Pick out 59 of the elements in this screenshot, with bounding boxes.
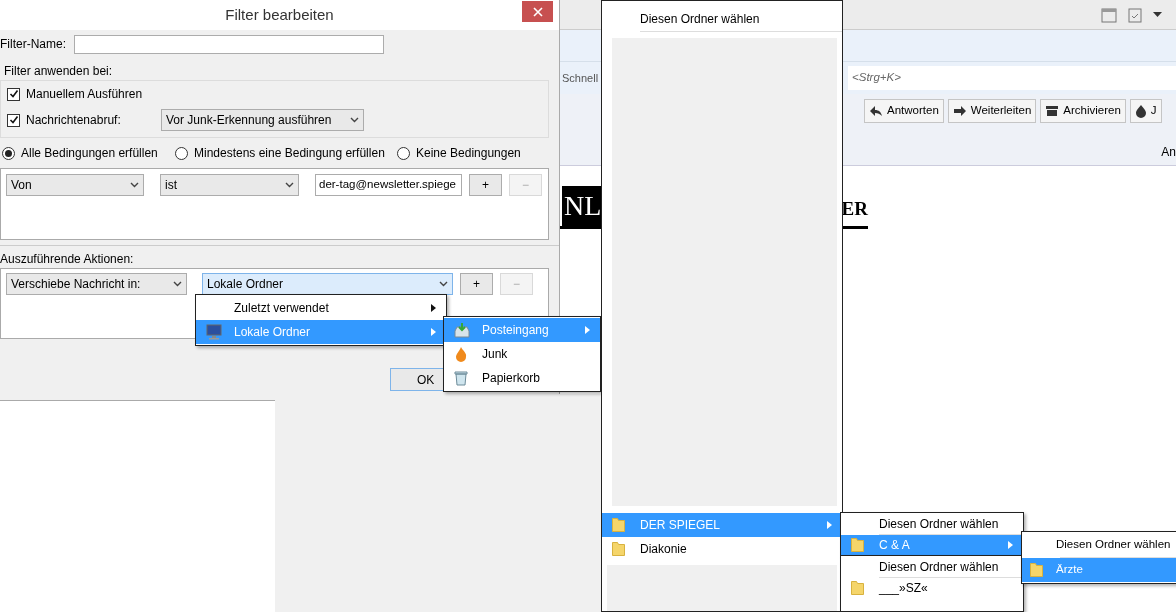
folder-icon (851, 538, 864, 552)
task-icon[interactable] (1127, 6, 1143, 23)
chevron-down-icon (173, 281, 182, 287)
action-select[interactable]: Verschiebe Nachricht in: (6, 273, 187, 295)
radio-button[interactable] (2, 146, 15, 160)
menu-item[interactable]: Junk (444, 342, 600, 366)
group-label: Filter anwenden bei: (3, 63, 114, 80)
toolbar-button[interactable]: J (1129, 99, 1162, 123)
radio-button[interactable] (397, 146, 410, 160)
banner-text: NL (562, 186, 604, 226)
value-field[interactable]: der-tag@newsletter.spiege (315, 174, 462, 196)
chevron-down-icon (285, 182, 294, 188)
menu-item[interactable]: ___»SZ« (841, 578, 1023, 598)
folder-icon (612, 542, 625, 556)
checkbox-label: Manuellem Ausführen (26, 86, 144, 103)
chevron-down-icon (350, 117, 359, 123)
inbox-icon (454, 322, 470, 338)
radio-label: Alle Bedingungen erfüllen (21, 145, 158, 162)
filter-name-field[interactable] (74, 34, 384, 54)
checkbox[interactable] (7, 87, 20, 101)
archive-box-icon (1045, 105, 1060, 117)
checkbox-label: Nachrichtenabruf: (26, 112, 122, 129)
timing-select[interactable]: Vor Junk-Erkennung ausführen (161, 109, 364, 131)
folder-select[interactable]: Lokale Ordner (202, 273, 453, 295)
flame-icon (1134, 104, 1147, 118)
field-label: Filter-Name: (0, 36, 66, 53)
operator-select[interactable]: ist (160, 174, 299, 196)
dialog-title: Filter bearbeiten (225, 4, 334, 25)
close-button[interactable] (522, 1, 553, 22)
reply-arrow-icon (869, 105, 883, 117)
trash-icon (454, 370, 468, 386)
add-button[interactable]: + (460, 273, 493, 295)
menu-item[interactable]: Papierkorb (444, 366, 600, 390)
banner-text: ER (841, 197, 868, 221)
close-icon (532, 6, 543, 17)
section-label: Auszuführende Aktionen: (0, 251, 135, 268)
chevron-down-icon (439, 281, 448, 287)
menu-item[interactable]: Zuletzt verwendet (196, 296, 446, 320)
add-button[interactable]: + (469, 174, 502, 196)
field-select[interactable]: Von (6, 174, 144, 196)
folder-icon (612, 518, 625, 532)
folder-icon (1030, 563, 1043, 577)
toolbar-button[interactable]: Archivieren (1040, 99, 1126, 123)
radio-label: Mindestens eine Bedingung erfüllen (194, 145, 385, 162)
quick-filter-label[interactable]: Schnell (560, 69, 599, 87)
flame-icon (454, 346, 468, 362)
search-field[interactable]: <Strg+K> (848, 66, 1176, 90)
chevron-down-icon (130, 182, 139, 188)
right-arrow-icon (952, 105, 967, 117)
toolbar-button[interactable]: Weiterleiten (947, 99, 1037, 123)
folder-icon (851, 581, 864, 595)
radio-label: Keine Bedingungen (416, 145, 521, 162)
dropdown-arrow-icon[interactable] (1153, 12, 1162, 17)
checkbox[interactable] (7, 113, 20, 127)
monitor-icon (206, 324, 222, 340)
radio-button[interactable] (175, 146, 188, 160)
menu-item[interactable]: Diesen Ordner wählen (841, 514, 1023, 534)
toolbar-button[interactable]: Antworten (864, 99, 944, 123)
header-label: An (1161, 144, 1176, 161)
